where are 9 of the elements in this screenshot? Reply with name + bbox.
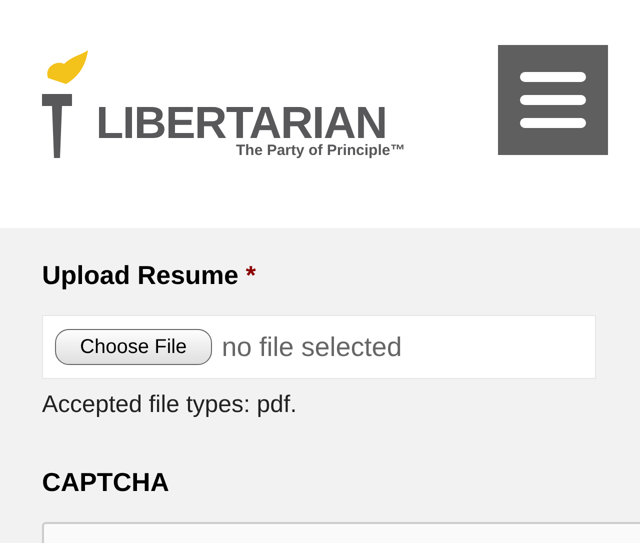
captcha-label: CAPTCHA xyxy=(42,466,170,499)
logo-tagline: The Party of Principle™ xyxy=(236,143,406,158)
help-text: Accepted file types: pdf. xyxy=(42,390,298,420)
logo-name: LIBERTARIAN xyxy=(96,100,387,145)
menu-button[interactable] xyxy=(498,45,608,155)
file-status: no file selected xyxy=(222,330,402,364)
file-input[interactable]: Choose File no file selected xyxy=(42,315,596,379)
upload-label: Upload Resume * xyxy=(42,259,257,292)
choose-file-button[interactable]: Choose File xyxy=(55,329,212,365)
